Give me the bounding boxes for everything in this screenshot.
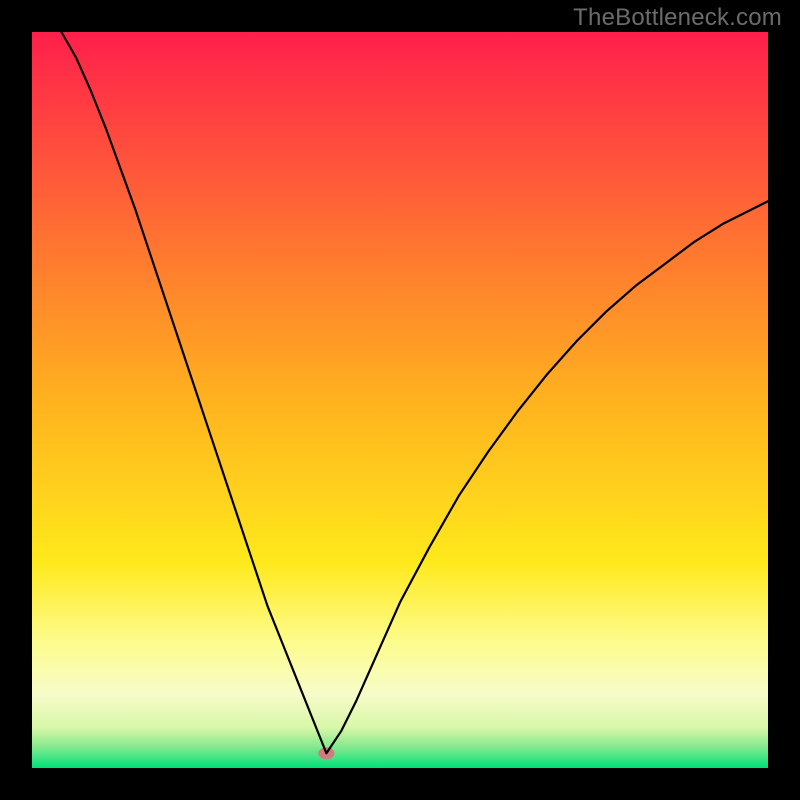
- bottleneck-chart: [0, 0, 800, 800]
- watermark-text: TheBottleneck.com: [573, 4, 782, 32]
- chart-frame: TheBottleneck.com: [0, 0, 800, 800]
- gradient-background: [32, 32, 768, 768]
